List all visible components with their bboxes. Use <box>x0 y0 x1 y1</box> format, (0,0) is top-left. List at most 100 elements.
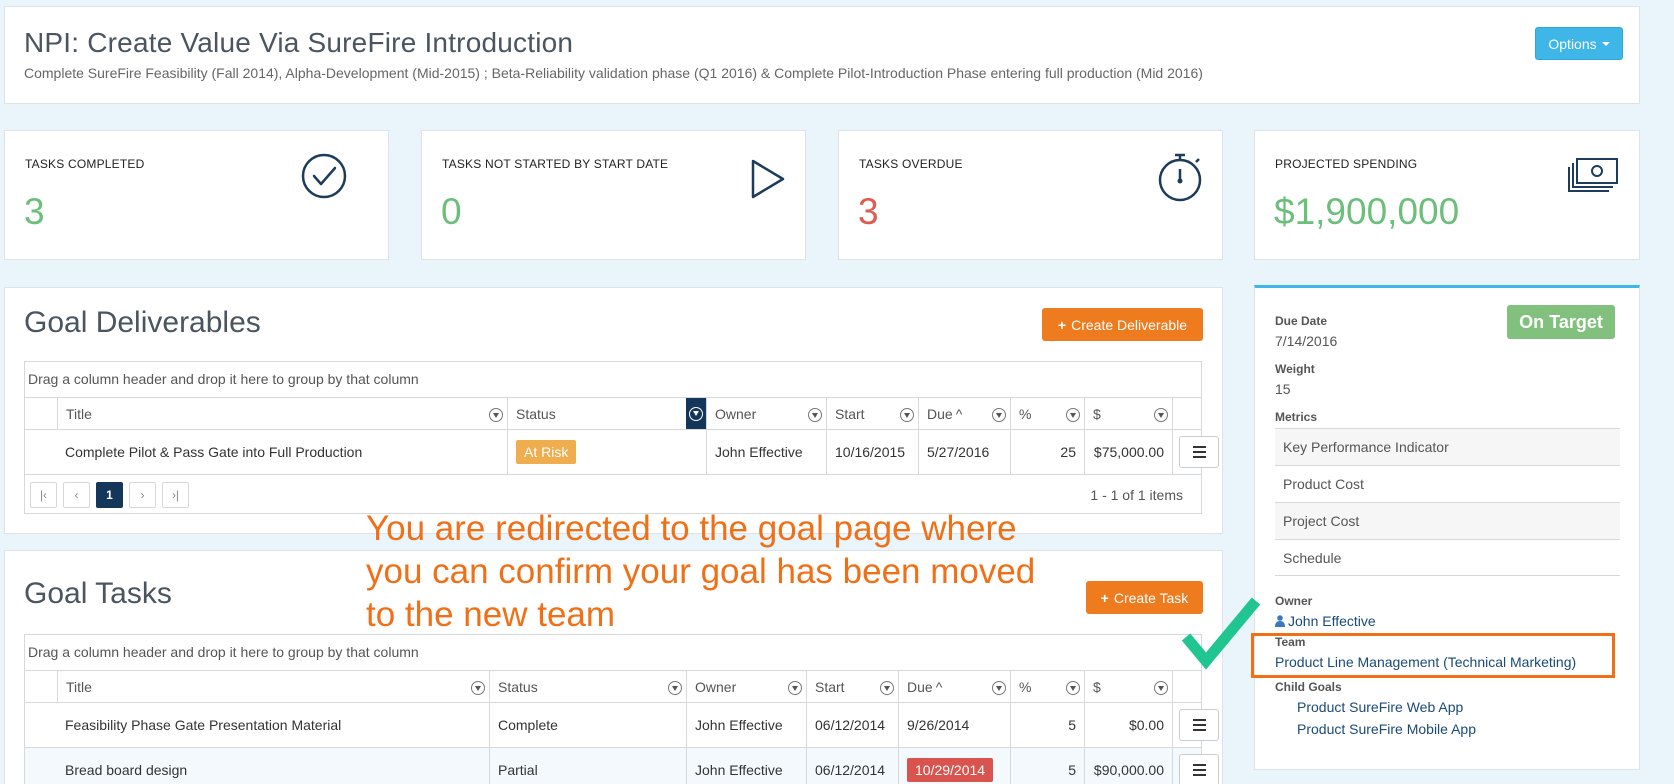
overdue-badge: 10/29/2014 <box>907 758 994 782</box>
prev-page-icon[interactable]: ‹ <box>63 482 90 508</box>
column-header-due[interactable]: Due ^ <box>898 671 1010 702</box>
column-header-start[interactable]: Start <box>806 671 898 702</box>
row-menu-button[interactable] <box>1179 709 1219 741</box>
options-button[interactable]: Options <box>1535 27 1623 60</box>
cell-percent: 25 <box>1010 430 1084 474</box>
column-header-start[interactable]: Start <box>826 398 918 429</box>
due-date-value: 7/14/2016 <box>1275 333 1338 349</box>
last-page-icon[interactable]: ›| <box>162 482 189 508</box>
cell-title[interactable]: Bread board design <box>57 748 489 784</box>
grid-header-row: Title Status Owner Start Due ^ % $ <box>25 671 1201 703</box>
grid-header-spacer <box>25 398 57 429</box>
table-row[interactable]: Bread board design Partial John Effectiv… <box>25 748 1219 784</box>
stat-value: 3 <box>858 191 879 232</box>
weight-value: 15 <box>1275 381 1291 397</box>
goal-header: NPI: Create Value Via SureFire Introduct… <box>4 6 1640 104</box>
cell-start: 06/12/2014 <box>806 748 898 784</box>
stat-label: TASKS NOT STARTED BY START DATE <box>442 157 669 171</box>
owner-name: John Effective <box>1288 613 1376 629</box>
page-number[interactable]: 1 <box>96 482 123 508</box>
filter-icon[interactable] <box>788 681 802 695</box>
column-header-due[interactable]: Due ^ <box>918 398 1010 429</box>
column-header-status[interactable]: Status <box>489 671 686 702</box>
metric-item[interactable]: Schedule <box>1275 539 1620 576</box>
owner-link[interactable]: John Effective <box>1275 613 1376 629</box>
column-header-cost[interactable]: $ <box>1084 398 1172 429</box>
column-header-actions <box>1172 398 1203 429</box>
row-spacer <box>25 703 57 747</box>
plus-icon: + <box>1057 316 1067 333</box>
filter-icon[interactable] <box>471 681 485 695</box>
cell-title[interactable]: Complete Pilot & Pass Gate into Full Pro… <box>57 430 507 474</box>
child-goal-link[interactable]: Product SureFire Mobile App <box>1297 721 1476 737</box>
cell-percent: 5 <box>1010 748 1084 784</box>
column-due-label: Due <box>927 405 953 422</box>
cell-due: 10/29/2014 <box>898 748 1010 784</box>
column-header-percent[interactable]: % <box>1010 398 1084 429</box>
weight-label: Weight <box>1275 362 1315 376</box>
column-owner-label: Owner <box>695 678 737 695</box>
filter-icon[interactable] <box>668 681 682 695</box>
stat-value: 3 <box>24 191 45 232</box>
filter-icon[interactable] <box>1154 408 1168 422</box>
group-drop-zone[interactable]: Drag a column header and drop it here to… <box>25 635 1201 671</box>
stopwatch-icon <box>1158 153 1202 202</box>
create-deliverable-label: Create Deliverable <box>1071 316 1188 333</box>
column-header-owner[interactable]: Owner <box>706 398 826 429</box>
row-menu-button[interactable] <box>1179 436 1219 468</box>
filter-icon[interactable] <box>808 408 822 422</box>
filter-icon[interactable] <box>1066 408 1080 422</box>
row-menu-button[interactable] <box>1179 754 1219 784</box>
cell-status: Partial <box>489 748 686 784</box>
filter-icon[interactable] <box>880 681 894 695</box>
owner-label: Owner <box>1275 594 1313 608</box>
cell-actions <box>1172 703 1232 747</box>
column-header-title[interactable]: Title <box>57 398 507 429</box>
table-row[interactable]: Feasibility Phase Gate Presentation Mate… <box>25 703 1219 748</box>
cell-due: 5/27/2016 <box>918 430 1010 474</box>
metric-item[interactable]: Key Performance Indicator <box>1275 428 1620 465</box>
next-page-icon[interactable]: › <box>129 482 156 508</box>
annotation-line: you can confirm your goal has been moved <box>366 552 1036 591</box>
column-header-owner[interactable]: Owner <box>686 671 806 702</box>
cell-percent: 5 <box>1010 703 1084 747</box>
cell-owner: John Effective <box>686 703 806 747</box>
cell-status: Complete <box>489 703 686 747</box>
goal-detail-panel: On Target Due Date 7/14/2016 Weight 15 M… <box>1254 285 1640 770</box>
table-row[interactable]: Complete Pilot & Pass Gate into Full Pro… <box>25 430 1219 475</box>
column-percent-label: % <box>1019 678 1032 695</box>
filter-icon[interactable] <box>992 408 1006 422</box>
metric-item[interactable]: Product Cost <box>1275 465 1620 502</box>
create-deliverable-button[interactable]: + Create Deliverable <box>1042 308 1203 341</box>
child-goals-label: Child Goals <box>1275 680 1342 694</box>
first-page-icon[interactable]: |‹ <box>30 482 57 508</box>
column-start-label: Start <box>835 405 865 422</box>
annotation-line: to the new team <box>366 595 616 634</box>
column-cost-label: $ <box>1093 405 1101 422</box>
cell-title[interactable]: Feasibility Phase Gate Presentation Mate… <box>57 703 489 747</box>
metric-item[interactable]: Project Cost <box>1275 502 1620 539</box>
metrics-label: Metrics <box>1275 410 1318 424</box>
column-header-title[interactable]: Title <box>57 671 489 702</box>
column-header-cost[interactable]: $ <box>1084 671 1172 702</box>
tutorial-annotation: You are redirected to the goal page wher… <box>366 507 1035 636</box>
filter-icon[interactable] <box>489 408 503 422</box>
filter-active-indicator[interactable] <box>686 398 706 429</box>
grid-header-spacer <box>25 671 57 702</box>
column-header-status[interactable]: Status <box>507 398 706 429</box>
filter-icon[interactable] <box>1154 681 1168 695</box>
group-drop-zone[interactable]: Drag a column header and drop it here to… <box>25 362 1201 398</box>
filter-icon[interactable] <box>992 681 1006 695</box>
status-badge: At Risk <box>516 440 577 464</box>
create-task-label: Create Task <box>1113 589 1189 606</box>
status-badge: On Target <box>1507 305 1615 339</box>
column-owner-label: Owner <box>715 405 757 422</box>
child-goal-link[interactable]: Product SureFire Web App <box>1297 699 1463 715</box>
due-date-label: Due Date <box>1275 314 1328 328</box>
tasks-grid: Drag a column header and drop it here to… <box>24 634 1219 784</box>
column-header-percent[interactable]: % <box>1010 671 1084 702</box>
filter-icon[interactable] <box>1066 681 1080 695</box>
filter-icon <box>689 406 703 421</box>
stat-label: TASKS OVERDUE <box>859 157 963 171</box>
filter-icon[interactable] <box>900 408 914 422</box>
